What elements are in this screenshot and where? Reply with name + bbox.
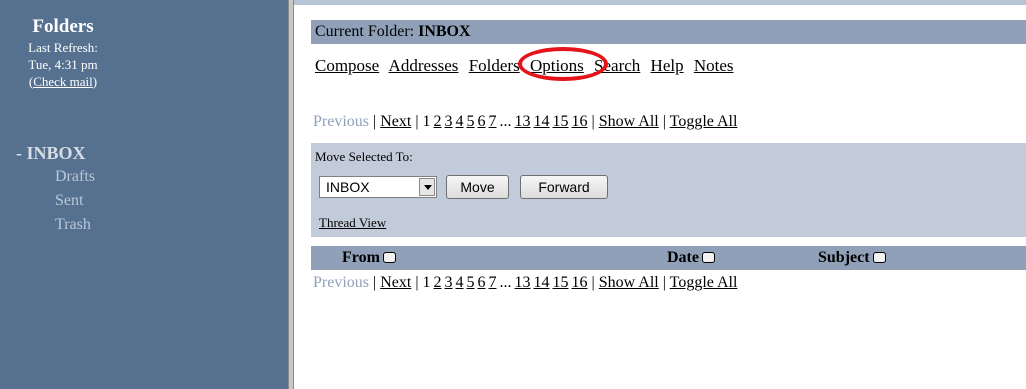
pager-page[interactable]: 3 <box>445 113 453 130</box>
sort-date-toggle[interactable] <box>701 251 715 263</box>
column-subject-label: Subject <box>818 249 870 266</box>
move-button[interactable]: Move <box>446 175 509 199</box>
pager-page[interactable]: 15 <box>553 113 569 130</box>
pager-page[interactable]: 4 <box>456 113 464 130</box>
sidebar-header: Folders Last Refresh: Tue, 4:31 pm (Chec… <box>0 16 126 90</box>
pager-page[interactable]: 2 <box>434 274 442 291</box>
pager-sep: | <box>587 274 599 291</box>
pager-sep: | <box>411 274 423 291</box>
folder-item-trash[interactable]: Trash <box>16 213 95 237</box>
check-mail-link[interactable]: Check mail <box>33 74 93 89</box>
menu-notes[interactable]: Notes <box>694 56 734 75</box>
column-date-label: Date <box>667 249 699 266</box>
menu-folders[interactable]: Folders <box>469 56 520 75</box>
pager-page[interactable]: 6 <box>478 274 486 291</box>
main-menu: Compose Addresses Folders Options Search… <box>315 47 740 81</box>
move-folder-select[interactable]: INBOX <box>319 176 437 198</box>
pager-previous: Previous <box>313 113 369 130</box>
folder-current-marker: - <box>16 143 27 163</box>
current-folder-label: Current Folder: <box>315 23 419 40</box>
move-selected-panel: Move Selected To: INBOX Move Forward Thr… <box>311 143 1026 237</box>
pager-page[interactable]: 5 <box>467 274 475 291</box>
pager-next[interactable]: Next <box>380 274 411 291</box>
pager-sep: | <box>369 113 381 130</box>
sidebar-title: Folders <box>32 16 94 37</box>
menu-options[interactable]: Options <box>530 56 584 75</box>
chevron-down-icon[interactable] <box>419 178 435 196</box>
pager-page-current: 1 <box>422 113 431 130</box>
sort-from-toggle[interactable] <box>382 251 396 263</box>
menu-search[interactable]: Search <box>594 56 640 75</box>
menu-addresses[interactable]: Addresses <box>389 56 459 75</box>
column-from[interactable]: From <box>342 246 396 270</box>
top-rule <box>294 0 1026 5</box>
menu-options-wrap: Options <box>517 47 608 81</box>
column-from-label: From <box>342 249 380 266</box>
pager-page[interactable]: 13 <box>515 274 531 291</box>
pager-top: Previous | Next | 1 2 3 4 5 6 7... 13 14 15 16 | S… <box>313 111 737 133</box>
pager-sep: | <box>658 113 670 130</box>
webmail-page: Folders Last Refresh: Tue, 4:31 pm (Chec… <box>0 0 1026 389</box>
current-folder-name: INBOX <box>418 23 471 40</box>
pager-sep: | <box>369 274 381 291</box>
pager-page[interactable]: 13 <box>515 113 531 130</box>
pager-toggle-all[interactable]: Toggle All <box>670 113 738 130</box>
pager-sep: | <box>587 113 599 130</box>
last-refresh-label: Last Refresh: <box>28 40 98 55</box>
check-mail-paren-close: ) <box>92 74 98 89</box>
pager-page[interactable]: 15 <box>553 274 569 291</box>
pager-page[interactable]: 16 <box>572 113 588 130</box>
pager-previous: Previous <box>313 274 369 291</box>
thread-view-link[interactable]: Thread View <box>319 215 386 231</box>
pager-next[interactable]: Next <box>380 113 411 130</box>
pager-sep: | <box>658 274 670 291</box>
pager-toggle-all[interactable]: Toggle All <box>670 274 738 291</box>
move-folder-value: INBOX <box>326 179 370 195</box>
pager-page[interactable]: 14 <box>534 113 550 130</box>
folder-item-inbox[interactable]: - INBOX <box>16 141 95 165</box>
pager-show-all[interactable]: Show All <box>599 113 659 130</box>
folder-list: - INBOX Drafts Sent Trash <box>16 141 95 237</box>
folder-item-sent[interactable]: Sent <box>16 189 95 213</box>
current-folder-bar: Current Folder: INBOX <box>311 20 1026 44</box>
pager-ellipsis: ... <box>499 113 512 130</box>
folder-item-label: INBOX <box>26 143 86 163</box>
folder-item-drafts[interactable]: Drafts <box>16 165 95 189</box>
sort-subject-toggle[interactable] <box>872 251 886 263</box>
pager-page-current: 1 <box>422 274 431 291</box>
pager-page[interactable]: 4 <box>456 274 464 291</box>
pager-page[interactable]: 16 <box>572 274 588 291</box>
pager-bottom: Previous | Next | 1 2 3 4 5 6 7... 13 14 15 16 | S… <box>313 272 737 294</box>
pager-page[interactable]: 2 <box>434 113 442 130</box>
pager-sep: | <box>411 113 423 130</box>
menu-compose[interactable]: Compose <box>315 56 379 75</box>
pager-show-all[interactable]: Show All <box>599 274 659 291</box>
last-refresh-time: Tue, 4:31 pm <box>28 57 98 72</box>
column-subject[interactable]: Subject <box>818 246 886 270</box>
pane-divider[interactable] <box>288 0 294 389</box>
pager-page[interactable]: 7 <box>489 274 497 291</box>
move-selected-label: Move Selected To: <box>315 149 413 164</box>
pager-page[interactable]: 7 <box>489 113 497 130</box>
pager-page[interactable]: 5 <box>467 113 475 130</box>
pager-ellipsis: ... <box>499 274 512 291</box>
forward-button[interactable]: Forward <box>520 175 608 199</box>
pager-page[interactable]: 14 <box>534 274 550 291</box>
pager-page[interactable]: 3 <box>445 274 453 291</box>
message-list-header: From Date Subject <box>311 246 1026 270</box>
column-date[interactable]: Date <box>667 246 715 270</box>
check-mail-line: (Check mail) <box>0 73 126 90</box>
pager-page[interactable]: 6 <box>478 113 486 130</box>
folder-sidebar: Folders Last Refresh: Tue, 4:31 pm (Chec… <box>0 0 288 389</box>
menu-help[interactable]: Help <box>651 56 684 75</box>
